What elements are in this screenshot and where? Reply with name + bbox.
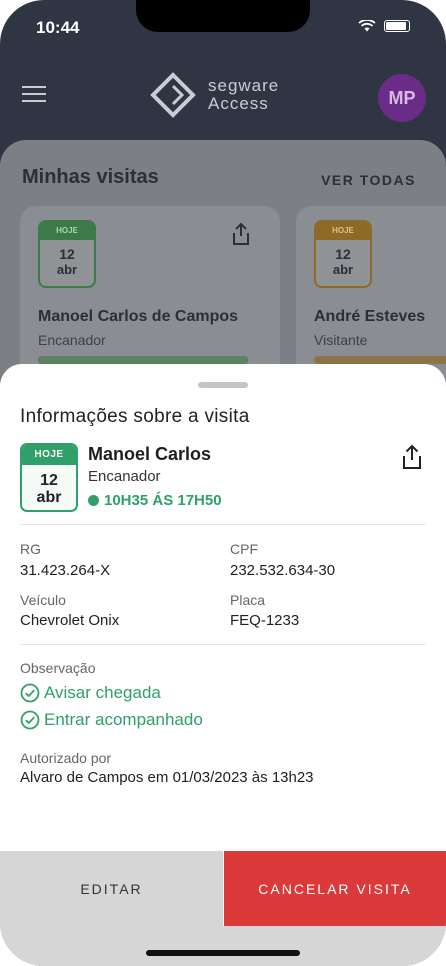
brand-text: segware Access: [208, 77, 279, 113]
calendar-day: 12: [59, 246, 75, 262]
home-indicator-area: [0, 926, 446, 966]
vehicle-label: Veículo: [20, 592, 66, 608]
calendar-month: abr: [36, 489, 62, 506]
visit-card-role: Encanador: [38, 332, 106, 348]
battery-icon: [384, 20, 410, 32]
brand-name: segware: [208, 76, 280, 95]
vehicle-value: Chevrolet Onix: [20, 612, 120, 629]
status-dot-icon: [88, 495, 99, 506]
cpf-value: 232.532.634-30: [230, 562, 336, 579]
plate-label: Placa: [230, 592, 266, 608]
phone-screen: 10:44 segware Access MP Minhas visitas V…: [0, 0, 446, 966]
share-icon[interactable]: [230, 222, 252, 246]
wifi-icon: [358, 20, 376, 32]
status-bar: 10:44: [0, 0, 446, 56]
sheet-grabber[interactable]: [198, 382, 248, 388]
home-indicator[interactable]: [146, 950, 300, 956]
calendar-month: abr: [56, 262, 78, 277]
observation-item: Entrar acompanhado: [20, 710, 203, 730]
calendar-badge-label: HOJE: [40, 222, 94, 240]
brand-logo: segware Access: [150, 72, 279, 118]
see-all-link[interactable]: VER TODAS: [321, 172, 416, 188]
sheet-title: Informações sobre a visita: [20, 406, 250, 427]
divider: [20, 644, 426, 645]
visitor-name: Manoel Carlos: [88, 444, 212, 464]
hamburger-menu-icon[interactable]: [22, 86, 46, 104]
visit-time-text: 10H35 ÁS 17H50: [104, 492, 222, 509]
visit-card-role: Visitante: [314, 332, 368, 348]
calendar-day: 12: [335, 246, 351, 262]
visit-details-sheet: Informações sobre a visita HOJE 12 abr M…: [0, 364, 446, 966]
notch: [136, 0, 310, 32]
status-time: 10:44: [36, 18, 80, 37]
calendar-badge: HOJE 12 abr: [38, 220, 96, 288]
calendar-badge: HOJE 12 abr: [314, 220, 372, 288]
segware-logo-icon: [150, 72, 196, 118]
check-circle-icon: [20, 710, 40, 730]
app-header: segware Access MP: [0, 56, 446, 136]
calendar-month: abr: [332, 262, 354, 277]
edit-button[interactable]: EDITAR: [0, 851, 223, 926]
check-circle-icon: [20, 683, 40, 703]
calendar-badge-label: HOJE: [316, 222, 370, 240]
cancel-visit-button[interactable]: CANCELAR VISITA: [224, 851, 446, 926]
visit-card-name: André Esteves: [314, 308, 426, 325]
visit-card-name: Manoel Carlos de Campos: [38, 308, 239, 325]
visit-card[interactable]: HOJE 12 abr André Esteves Visitante: [296, 206, 446, 386]
visit-card[interactable]: HOJE 12 abr Manoel Carlos de Campos Enca…: [20, 206, 280, 386]
divider: [20, 524, 426, 525]
observation-label: Observação: [20, 660, 96, 676]
observation-item: Avisar chegada: [20, 683, 161, 703]
visitor-role: Encanador: [88, 468, 161, 485]
plate-value: FEQ-1233: [230, 612, 300, 629]
section-title: Minhas visitas: [22, 166, 159, 188]
visit-card-time-strip: [314, 356, 446, 364]
status-icons: [358, 20, 410, 32]
calendar-badge: HOJE 12 abr: [20, 443, 78, 512]
rg-label: RG: [20, 541, 41, 557]
observation-text: Avisar chegada: [44, 683, 161, 702]
cpf-label: CPF: [230, 541, 258, 557]
rg-value: 31.423.264-X: [20, 562, 111, 579]
visit-card-time-strip: [38, 356, 248, 364]
authorized-value: Alvaro de Campos em 01/03/2023 às 13h23: [20, 769, 314, 786]
user-avatar[interactable]: MP: [378, 74, 426, 122]
calendar-day: 12: [40, 472, 58, 489]
calendar-badge-label: HOJE: [22, 445, 76, 465]
share-icon[interactable]: [400, 444, 424, 470]
authorized-label: Autorizado por: [20, 750, 112, 766]
observation-text: Entrar acompanhado: [44, 710, 203, 729]
visit-time: 10H35 ÁS 17H50: [88, 492, 222, 509]
brand-product: Access: [208, 94, 269, 113]
